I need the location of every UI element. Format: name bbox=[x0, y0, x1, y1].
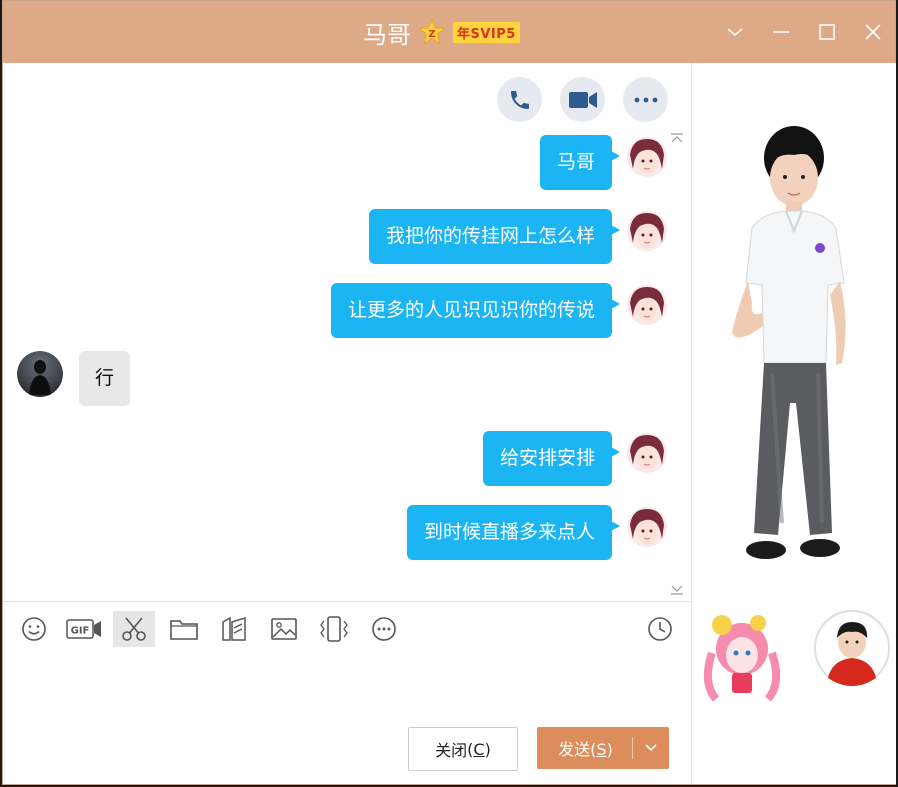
my-avatar[interactable] bbox=[626, 283, 668, 327]
image-icon[interactable] bbox=[263, 611, 305, 647]
chat-window: 马哥 Z 年SVIP5 马哥 我把你的传挂网上怎么样 让更多的人见识见识你的传说… bbox=[2, 0, 896, 785]
send-button-label[interactable]: 发送(S) bbox=[537, 736, 632, 760]
svg-text:Z: Z bbox=[428, 29, 435, 40]
contact-avatar[interactable] bbox=[17, 351, 63, 397]
call-actions bbox=[497, 77, 668, 122]
contact-name: 马哥 bbox=[363, 20, 411, 49]
message-bubble[interactable]: 行 bbox=[79, 351, 131, 406]
window-controls bbox=[723, 15, 885, 49]
message-in: 行 bbox=[17, 351, 131, 406]
maximize-icon[interactable] bbox=[815, 15, 839, 49]
message-out: 马哥 bbox=[539, 135, 668, 190]
message-list[interactable]: 马哥 我把你的传挂网上怎么样 让更多的人见识见识你的传说 行 给安排安排 到时候… bbox=[3, 63, 690, 601]
message-bubble[interactable]: 给安排安排 bbox=[482, 431, 621, 486]
chevron-down-icon[interactable] bbox=[723, 15, 747, 49]
screenshot-scissors-icon[interactable] bbox=[113, 611, 155, 647]
title-group: 马哥 Z 年SVIP5 bbox=[363, 15, 520, 49]
remote-file-icon[interactable] bbox=[213, 611, 255, 647]
contact-mini-avatar[interactable] bbox=[812, 608, 892, 688]
more-icon[interactable] bbox=[623, 77, 668, 122]
divider bbox=[3, 601, 690, 602]
svip-star-icon: Z bbox=[419, 19, 445, 45]
video-call-icon[interactable] bbox=[560, 77, 605, 122]
message-bubble[interactable]: 我把你的传挂网上怎么样 bbox=[368, 209, 621, 264]
clock-icon[interactable] bbox=[645, 613, 675, 645]
input-toolbar: GIF bbox=[13, 609, 413, 649]
message-input[interactable] bbox=[9, 653, 689, 721]
gif-icon[interactable]: GIF bbox=[63, 611, 105, 647]
message-out: 我把你的传挂网上怎么样 bbox=[368, 209, 668, 264]
close-button[interactable]: 关闭(C) bbox=[408, 727, 518, 771]
my-avatar[interactable] bbox=[626, 505, 668, 549]
contact-show-panel bbox=[691, 63, 896, 784]
my-avatar[interactable] bbox=[626, 209, 668, 253]
my-avatar[interactable] bbox=[626, 135, 668, 179]
close-button-label: 关闭 bbox=[435, 741, 468, 760]
phone-call-icon[interactable] bbox=[497, 77, 542, 122]
message-out: 给安排安排 bbox=[482, 431, 668, 486]
more-tools-icon[interactable] bbox=[363, 611, 405, 647]
svg-text:GIF: GIF bbox=[71, 626, 90, 637]
close-hotkey: C bbox=[473, 739, 485, 759]
close-icon[interactable] bbox=[861, 15, 885, 49]
message-bubble[interactable]: 马哥 bbox=[539, 135, 621, 190]
scroll-up-icon[interactable] bbox=[670, 133, 684, 143]
emoji-icon[interactable] bbox=[13, 611, 55, 647]
send-button[interactable]: 发送(S) bbox=[537, 727, 669, 769]
title-bar[interactable]: 马哥 Z 年SVIP5 bbox=[3, 1, 895, 63]
message-out: 让更多的人见识见识你的传说 bbox=[330, 283, 668, 338]
pet-sticker[interactable] bbox=[692, 603, 792, 703]
chevron-down-icon[interactable] bbox=[633, 743, 669, 753]
send-hotkey: S bbox=[596, 740, 607, 759]
shake-window-icon[interactable] bbox=[313, 611, 355, 647]
scroll-down-icon[interactable] bbox=[670, 585, 684, 595]
message-bubble[interactable]: 到时候直播多来点人 bbox=[406, 505, 621, 560]
contact-show-character[interactable] bbox=[692, 63, 896, 603]
message-bubble[interactable]: 让更多的人见识见识你的传说 bbox=[330, 283, 621, 338]
my-avatar[interactable] bbox=[626, 431, 668, 475]
message-out: 到时候直播多来点人 bbox=[406, 505, 668, 560]
folder-icon[interactable] bbox=[163, 611, 205, 647]
svip-badge: 年SVIP5 bbox=[453, 21, 520, 43]
minimize-icon[interactable] bbox=[769, 15, 793, 49]
